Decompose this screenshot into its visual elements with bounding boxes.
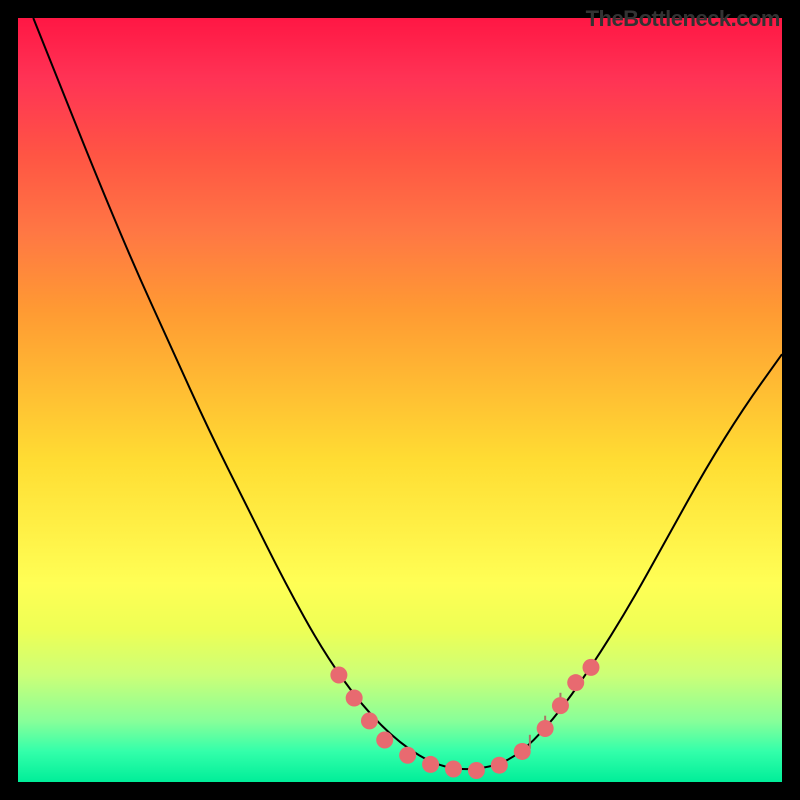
plot-area <box>18 18 782 782</box>
marker-dot <box>346 689 363 706</box>
highlight-dots <box>330 659 599 779</box>
watermark-label: TheBottleneck.com <box>586 6 780 32</box>
chart-svg <box>18 18 782 782</box>
marker-dot <box>330 667 347 684</box>
marker-dot <box>361 712 378 729</box>
marker-dot <box>514 743 531 760</box>
marker-dot <box>567 674 584 691</box>
marker-dot <box>537 720 554 737</box>
marker-dot <box>491 757 508 774</box>
marker-dot <box>376 731 393 748</box>
marker-dot <box>583 659 600 676</box>
marker-dot <box>422 756 439 773</box>
bottleneck-curve <box>33 18 782 769</box>
marker-dot <box>552 697 569 714</box>
marker-dot <box>445 761 462 778</box>
marker-dot <box>399 747 416 764</box>
marker-dot <box>468 762 485 779</box>
